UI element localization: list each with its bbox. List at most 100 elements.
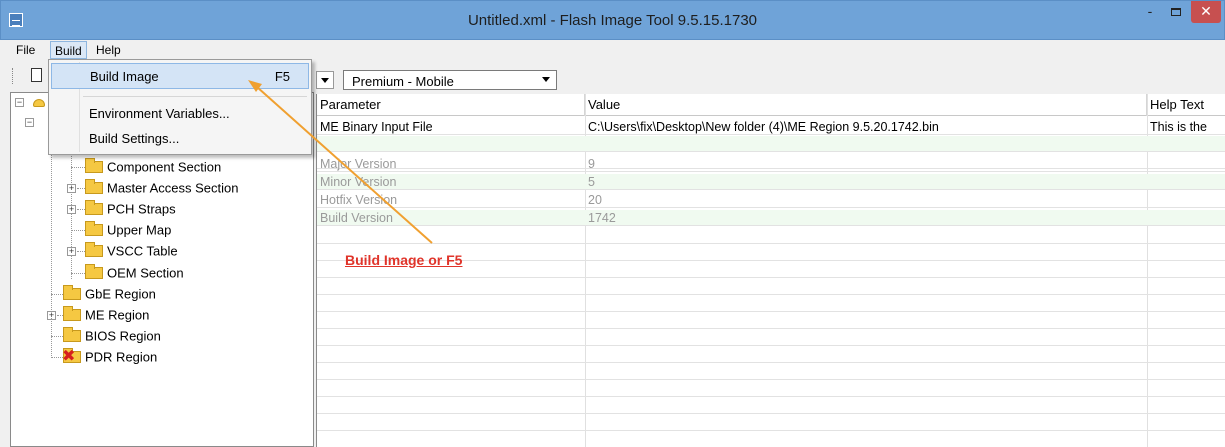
tree-item-label: ME Region bbox=[85, 307, 150, 323]
folder-icon bbox=[85, 199, 103, 215]
tree-expander[interactable]: − bbox=[25, 118, 34, 127]
tree-item-label: Master Access Section bbox=[107, 180, 239, 196]
folder-icon bbox=[85, 178, 103, 194]
menu-item-environment-variables[interactable]: Environment Variables... bbox=[51, 101, 309, 127]
cell-value: 1742 bbox=[588, 211, 616, 225]
folder-icon bbox=[63, 326, 81, 342]
tree-item-label: Component Section bbox=[107, 159, 222, 175]
minimize-button[interactable]: - bbox=[1137, 1, 1163, 23]
tree-line bbox=[71, 167, 85, 168]
tree-item-pdr-region[interactable]: ✖ PDR Region bbox=[62, 347, 158, 367]
tree-expander[interactable]: + bbox=[67, 247, 76, 256]
table-row[interactable]: Build Version 1742 bbox=[317, 210, 1225, 226]
tree-line bbox=[51, 294, 63, 295]
tree-item-label: VSCC Table bbox=[107, 243, 178, 259]
cell-parameter: Hotfix Version bbox=[320, 193, 398, 207]
root-node-icon bbox=[33, 99, 45, 107]
menu-file[interactable]: File bbox=[16, 41, 35, 59]
tree-item-component-section[interactable]: Component Section bbox=[85, 157, 221, 177]
table-row[interactable] bbox=[317, 347, 1225, 363]
cell-help: This is the bbox=[1150, 120, 1207, 134]
table-row[interactable] bbox=[317, 381, 1225, 397]
cell-parameter: ME Binary Input File bbox=[320, 120, 433, 134]
annotation-label: Build Image or F5 bbox=[345, 252, 463, 268]
tree-item-gbe-region[interactable]: GbE Region bbox=[63, 284, 156, 304]
table-row[interactable] bbox=[317, 432, 1225, 447]
tree-item-label: Upper Map bbox=[107, 222, 172, 238]
table-row[interactable] bbox=[317, 398, 1225, 414]
cell-value: 5 bbox=[588, 175, 595, 189]
sku-select[interactable]: Premium - Mobile bbox=[343, 70, 557, 90]
toolbar-grip[interactable] bbox=[12, 68, 14, 84]
table-row[interactable] bbox=[317, 313, 1225, 329]
column-header-help-text[interactable]: Help Text bbox=[1147, 94, 1225, 116]
tree-item-bios-region[interactable]: BIOS Region bbox=[63, 326, 161, 346]
cell-value: 20 bbox=[588, 193, 602, 207]
table-row[interactable] bbox=[317, 228, 1225, 244]
table-row[interactable] bbox=[317, 279, 1225, 295]
tree-expander[interactable]: + bbox=[67, 184, 76, 193]
maximize-icon bbox=[1171, 8, 1181, 16]
tree-item-label: BIOS Region bbox=[85, 328, 161, 344]
cell-parameter: Build Version bbox=[320, 211, 393, 225]
column-header-value[interactable]: Value bbox=[585, 94, 1147, 116]
cell-parameter: Minor Version bbox=[320, 175, 397, 189]
tree-item-vscc-table[interactable]: VSCC Table bbox=[85, 241, 178, 261]
tree-item-label: PDR Region bbox=[85, 349, 158, 365]
menu-item-build-image[interactable]: Build Image F5 bbox=[51, 63, 309, 89]
cell-value[interactable]: C:\Users\fix\Desktop\New folder (4)\ME R… bbox=[585, 119, 1147, 135]
menu-item-shortcut: F5 bbox=[274, 69, 290, 84]
table-row[interactable]: Major Version 9 bbox=[317, 156, 1225, 172]
menu-bar: File Build Help bbox=[0, 40, 1225, 60]
tree-item-oem-section[interactable]: OEM Section bbox=[85, 263, 184, 283]
cell-value: 9 bbox=[588, 157, 595, 171]
table-row[interactable] bbox=[317, 296, 1225, 312]
menu-item-label: Build Settings... bbox=[89, 131, 180, 146]
title-bar: Untitled.xml - Flash Image Tool 9.5.15.1… bbox=[0, 0, 1225, 40]
tree-line bbox=[51, 133, 52, 318]
new-file-icon[interactable] bbox=[31, 68, 42, 82]
folder-icon bbox=[85, 220, 103, 236]
grid-header: Parameter Value Help Text bbox=[317, 94, 1225, 116]
tree-expander[interactable]: − bbox=[15, 98, 24, 107]
menu-item-label: Build Image bbox=[90, 69, 159, 84]
chevron-down-icon bbox=[538, 71, 556, 89]
tree-line bbox=[71, 273, 85, 274]
folder-icon bbox=[85, 263, 103, 279]
menu-item-build-settings[interactable]: Build Settings... bbox=[51, 126, 309, 152]
menu-build[interactable]: Build bbox=[50, 41, 87, 59]
tree-line bbox=[51, 318, 52, 356]
close-button[interactable]: ✕ bbox=[1191, 1, 1221, 23]
folder-icon bbox=[63, 284, 81, 300]
column-header-parameter[interactable]: Parameter bbox=[317, 94, 585, 116]
tree-item-master-access-section[interactable]: Master Access Section bbox=[85, 178, 239, 198]
disabled-x-icon: ✖ bbox=[62, 347, 76, 365]
sku-select-value: Premium - Mobile bbox=[352, 74, 454, 89]
menu-help[interactable]: Help bbox=[92, 41, 125, 59]
table-row[interactable] bbox=[317, 364, 1225, 380]
cell-parameter: Major Version bbox=[320, 157, 397, 171]
toolbar-dropdown-arrow[interactable] bbox=[316, 71, 334, 89]
tree-item-label: OEM Section bbox=[107, 265, 184, 281]
folder-icon bbox=[85, 241, 103, 257]
maximize-button[interactable] bbox=[1163, 1, 1189, 23]
tree-expander[interactable]: + bbox=[67, 205, 76, 214]
table-row[interactable]: Minor Version 5 bbox=[317, 174, 1225, 190]
tree-line bbox=[77, 188, 85, 189]
build-menu: Build Image F5 Environment Variables... … bbox=[48, 59, 312, 155]
table-row[interactable]: ME Binary Input File C:\Users\fix\Deskto… bbox=[317, 119, 1225, 135]
table-row[interactable] bbox=[317, 330, 1225, 346]
table-row[interactable] bbox=[317, 136, 1225, 152]
tree-line bbox=[77, 209, 85, 210]
menu-item-label: Environment Variables... bbox=[89, 106, 230, 121]
folder-icon: ✖ bbox=[62, 347, 81, 365]
tree-item-me-region[interactable]: ME Region bbox=[63, 305, 149, 325]
tree-item-upper-map[interactable]: Upper Map bbox=[85, 220, 171, 240]
table-row[interactable] bbox=[317, 415, 1225, 431]
parameter-grid[interactable]: Parameter Value Help Text ME Binary Inpu… bbox=[316, 94, 1225, 447]
tree-line bbox=[77, 251, 85, 252]
tree-item-pch-straps[interactable]: PCH Straps bbox=[85, 199, 176, 219]
menu-separator bbox=[83, 96, 307, 97]
folder-icon bbox=[63, 305, 81, 321]
table-row[interactable]: Hotfix Version 20 bbox=[317, 192, 1225, 208]
